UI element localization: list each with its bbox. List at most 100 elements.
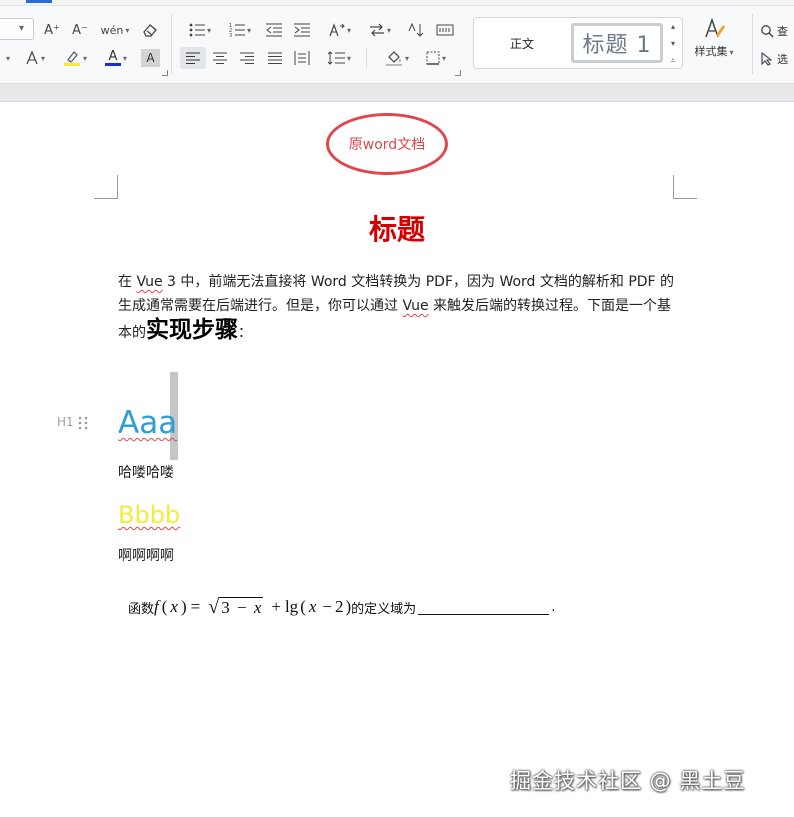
search-icon <box>761 25 774 38</box>
math-symbol: x <box>308 597 317 616</box>
increase-font-size-button[interactable]: A⁺ <box>42 20 62 40</box>
font-color-swatch <box>104 62 121 66</box>
chevron-down-icon: ▾ <box>82 53 87 63</box>
chevron-up-icon[interactable]: ▴ <box>671 22 675 31</box>
numbered-list-icon: 123 <box>229 23 245 37</box>
line-spacing-button[interactable]: ▾ <box>322 48 356 68</box>
paragraph-shading-button[interactable]: ▾ <box>380 48 414 68</box>
watermark: 掘金技术社区 @ 黑土豆 <box>510 769 746 793</box>
math-symbol: ) <box>180 597 187 616</box>
find-label: 查 <box>777 25 788 38</box>
font-dialog-launcher-icon[interactable] <box>162 70 168 76</box>
body-line-2[interactable]: 啊啊啊啊 <box>118 545 174 565</box>
increase-indent-button[interactable] <box>292 20 312 40</box>
spellcheck-word: Vue <box>402 298 429 314</box>
formula-prefix: 函数 <box>128 601 155 617</box>
borders-button[interactable]: ▾ <box>420 48 452 68</box>
numbering-button[interactable]: 1 2 3 ▾ <box>224 20 256 40</box>
heading-level-marker[interactable]: H1 <box>57 415 74 429</box>
answer-blank <box>418 599 550 615</box>
math-symbol: x <box>253 598 262 617</box>
math-symbol: ( <box>161 597 168 616</box>
style-set-label: 样式集 ▾ <box>694 45 734 58</box>
page-gap <box>0 84 794 102</box>
bulleted-list-icon <box>189 23 205 37</box>
group-separator <box>171 14 172 74</box>
drag-handle-icon[interactable] <box>78 416 88 430</box>
editing-group: 查 选 <box>760 20 794 70</box>
align-right-icon <box>240 52 254 64</box>
paragraph-text: ： <box>238 325 252 341</box>
margin-corner-top-right <box>673 175 697 199</box>
align-left-icon <box>186 52 200 64</box>
font-color-letter: A <box>108 48 118 64</box>
swap-arrows-icon <box>369 23 384 37</box>
font-color-button[interactable]: A ▾ <box>100 48 132 68</box>
style-normal[interactable]: 正文 <box>510 35 534 52</box>
highlight-color-button[interactable]: ▾ <box>58 48 92 68</box>
math-symbol: x <box>170 597 178 616</box>
style-heading-1[interactable]: 标题 1 <box>571 23 663 63</box>
align-right-button[interactable] <box>237 48 257 68</box>
chinese-layout-button[interactable]: ▾ <box>365 20 395 40</box>
show-marks-button[interactable] <box>434 20 456 40</box>
style-set-button[interactable]: 样式集 ▾ <box>688 17 740 69</box>
formula-suffix: 的定义域为 <box>351 601 417 617</box>
styles-scroll[interactable]: ▴ ▾ ⩡ <box>666 22 680 66</box>
math-symbol: 3 <box>221 598 230 617</box>
body-line-1[interactable]: 哈喽哈喽 <box>118 462 174 482</box>
bullets-button[interactable]: ▾ <box>184 20 216 40</box>
font-size-dropdown[interactable]: ▾ <box>0 18 34 40</box>
distribute-button[interactable] <box>292 48 312 68</box>
font-group-overflow[interactable]: ▾ <box>0 48 14 68</box>
select-label: 选 <box>777 53 788 66</box>
decrease-font-size-button[interactable]: A⁻ <box>70 20 90 40</box>
clear-formatting-button[interactable] <box>140 20 160 40</box>
character-shading-button[interactable]: A <box>141 49 160 67</box>
square-root: √ 3 − x <box>208 596 264 618</box>
radical-sign-icon: √ <box>208 596 220 618</box>
line-spacing-icon <box>327 51 345 65</box>
decrease-indent-button[interactable] <box>264 20 284 40</box>
sort-icon <box>408 23 424 37</box>
chevron-down-icon: ▾ <box>346 25 351 35</box>
paragraph-dialog-launcher-icon[interactable] <box>455 70 461 76</box>
text-direction-button[interactable]: ▾ <box>322 20 356 40</box>
formula-end: . <box>551 599 556 615</box>
outdent-icon <box>266 23 282 37</box>
body-paragraph[interactable]: 在 Vue 3 中，前端无法直接将 Word 文档转换为 PDF，因为 Word… <box>118 270 678 345</box>
heading-1-aaa[interactable]: Aaa <box>118 403 177 443</box>
math-symbol: ( <box>300 597 306 616</box>
expand-gallery-icon[interactable]: ⩡ <box>671 56 676 66</box>
chevron-down-icon: ▾ <box>246 25 251 35</box>
spellcheck-word: Vue <box>136 274 163 290</box>
document-title[interactable]: 标题 <box>0 208 794 248</box>
phonetic-guide-button[interactable]: wén ▾ <box>98 20 132 40</box>
chevron-down-icon: ▾ <box>386 25 391 35</box>
math-question[interactable]: 函数 f ( x ) = √ 3 − x + lg ( x − 2 ) 的定义域… <box>128 592 555 622</box>
chevron-down-icon: ▾ <box>404 53 409 63</box>
large-bold-text: 实现步骤 <box>146 317 238 343</box>
chevron-down-icon: ▾ <box>19 23 25 34</box>
style-set-icon <box>705 17 725 38</box>
align-center-icon <box>213 52 227 64</box>
justify-button[interactable] <box>265 48 285 68</box>
math-symbol: − <box>236 598 247 617</box>
chevron-down-icon[interactable]: ▾ <box>671 39 675 48</box>
distributed-align-icon <box>294 51 310 65</box>
paragraph-marks-icon <box>436 24 454 36</box>
sort-button[interactable] <box>406 20 428 40</box>
align-center-button[interactable] <box>210 48 230 68</box>
highlighter-icon <box>63 51 80 66</box>
borders-icon <box>426 51 440 65</box>
heading-bbbb[interactable]: Bbbb <box>118 499 180 531</box>
inline-separator <box>366 48 367 68</box>
text-effects-icon <box>26 51 38 65</box>
chevron-down-icon: ▾ <box>122 53 127 63</box>
select-button[interactable]: 选 <box>760 48 794 70</box>
text-effects-button[interactable]: ▾ <box>20 48 50 68</box>
align-left-button[interactable] <box>183 48 203 68</box>
chevron-down-icon: ▾ <box>346 53 351 63</box>
find-button[interactable]: 查 <box>760 20 794 42</box>
chevron-down-icon: ▾ <box>441 53 446 63</box>
